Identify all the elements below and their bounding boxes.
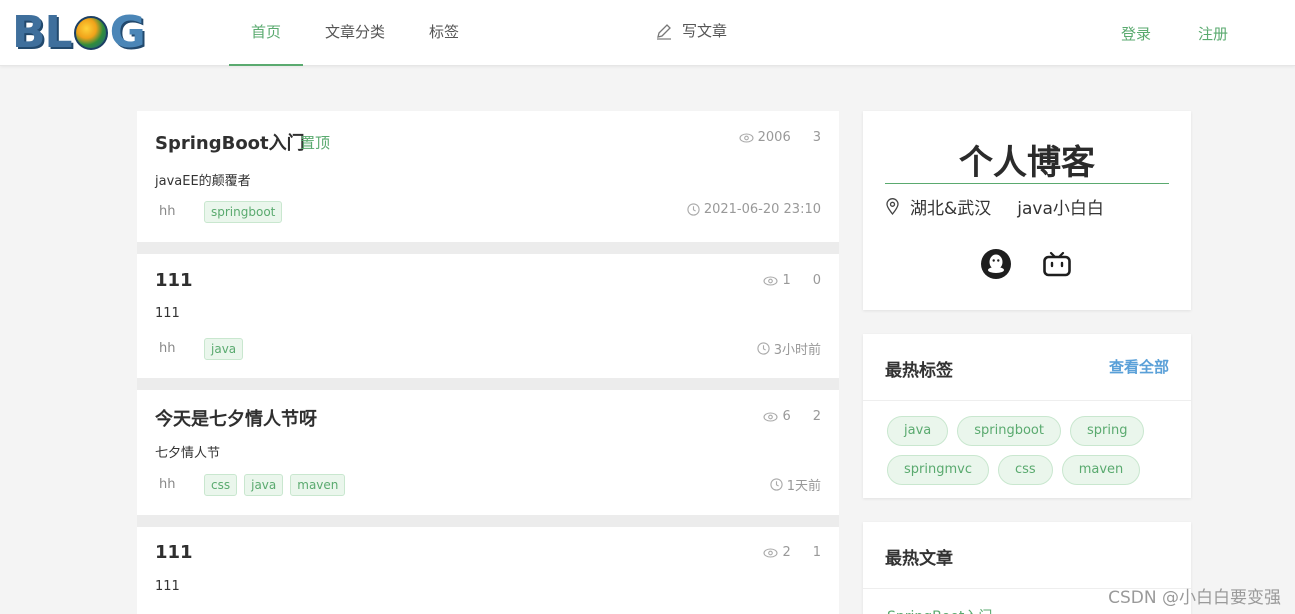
eye-icon: [763, 275, 778, 286]
article-author: hh: [159, 204, 176, 219]
article-card[interactable]: SpringBoot入门 置顶 2006 3 javaEE的颠覆者 hh spr…: [137, 111, 839, 254]
card-divider: [863, 400, 1191, 401]
csdn-watermark: CSDN @小白白要变强: [1108, 588, 1281, 608]
view-count: 1: [763, 273, 791, 288]
login-link[interactable]: 登录: [1121, 23, 1151, 44]
article-summary: 111: [155, 579, 180, 594]
article-title[interactable]: 111: [155, 270, 193, 291]
hot-tags-title: 最热标签: [885, 361, 953, 381]
view-count-value: 2006: [757, 130, 791, 145]
profile-info: 湖北&武汉 java小白白: [885, 194, 1104, 219]
article-time: 3小时前: [757, 339, 821, 358]
article-card[interactable]: 111 2 1 111: [137, 527, 839, 614]
hot-tag-chip[interactable]: spring: [1069, 416, 1145, 446]
eye-icon: [763, 547, 778, 558]
article-time: 1天前: [770, 475, 821, 494]
hot-tag-chip[interactable]: springboot: [957, 416, 1061, 446]
top-header: B L G 首页 文章分类 标签 写文章 登录 注册: [0, 0, 1295, 66]
view-count-value: 1: [782, 273, 791, 288]
profile-card: 个人博客 湖北&武汉 java小白白: [863, 111, 1191, 310]
register-link[interactable]: 注册: [1198, 23, 1228, 44]
article-card[interactable]: 111 1 0 111 hh java 3小时前: [137, 254, 839, 390]
location-pin-icon: [886, 198, 899, 215]
time-value: 1天前: [786, 479, 821, 494]
article-tags: java: [204, 338, 244, 360]
profile-location: 湖北&武汉: [910, 199, 992, 219]
nav-tags[interactable]: 标签: [407, 0, 481, 66]
article-time: 2021-06-20 23:10: [687, 202, 821, 217]
article-stats: 6 2: [763, 409, 821, 424]
hot-tag-chip[interactable]: java: [887, 416, 949, 446]
article-summary: 七夕情人节: [155, 446, 221, 461]
article-tags: springboot: [204, 201, 283, 223]
eye-icon: [763, 411, 778, 422]
time-value: 2021-06-20 23:10: [703, 202, 821, 217]
qq-icon[interactable]: [980, 248, 1012, 284]
hot-tag-chip[interactable]: css: [997, 455, 1053, 485]
view-count: 6: [763, 409, 791, 424]
comment-count: 1: [812, 545, 821, 560]
time-value: 3小时前: [773, 343, 821, 358]
article-stats: 1 0: [763, 273, 821, 288]
logo-letter-g: G: [109, 7, 146, 58]
clock-icon: [687, 203, 700, 216]
article-author: hh: [159, 341, 176, 356]
hot-tags-card: 最热标签 查看全部 java springboot spring springm…: [863, 334, 1191, 498]
article-tags: css java maven: [204, 474, 346, 496]
article-title[interactable]: SpringBoot入门: [155, 129, 305, 155]
article-card[interactable]: 今天是七夕情人节呀 6 2 七夕情人节 hh css java maven 1天…: [137, 390, 839, 527]
clock-icon: [770, 478, 783, 491]
view-count-value: 6: [782, 409, 791, 424]
tag-chip[interactable]: springboot: [204, 201, 283, 223]
view-count: 2: [763, 545, 791, 560]
article-title[interactable]: 今天是七夕情人节呀: [155, 405, 317, 431]
tag-chip[interactable]: java: [204, 338, 244, 360]
comment-count: 3: [812, 130, 821, 145]
bilibili-icon[interactable]: [1042, 248, 1072, 282]
main-nav: 首页 文章分类 标签: [229, 0, 481, 66]
article-stats: 2 1: [763, 545, 821, 560]
nav-home[interactable]: 首页: [229, 0, 304, 66]
view-count: 2006: [739, 130, 791, 145]
article-summary: javaEE的颠覆者: [155, 174, 251, 189]
blog-logo[interactable]: B L G: [12, 7, 146, 58]
hot-tag-chip[interactable]: springmvc: [887, 455, 989, 485]
article-title[interactable]: 111: [155, 542, 193, 563]
pencil-icon: [657, 23, 671, 40]
logo-ball-icon: [73, 16, 108, 50]
logo-letter-l: L: [44, 7, 73, 58]
view-all-link[interactable]: 查看全部: [1109, 356, 1169, 377]
hot-tags-list: java springboot spring springmvc css mav…: [887, 416, 1177, 485]
hot-tag-chip[interactable]: maven: [1061, 455, 1141, 485]
profile-role: java小白白: [1017, 199, 1104, 219]
nav-categories[interactable]: 文章分类: [303, 0, 407, 66]
tag-chip[interactable]: maven: [290, 474, 346, 496]
hot-article-link[interactable]: SpringBoot入门: [887, 606, 992, 614]
hot-articles-title: 最热文章: [885, 549, 953, 569]
article-summary: 111: [155, 306, 180, 321]
profile-title: 个人博客: [959, 143, 1095, 183]
article-stats: 2006 3: [739, 130, 821, 145]
clock-icon: [757, 342, 770, 355]
logo-letter-b: B: [12, 7, 46, 58]
write-article-button[interactable]: 写文章: [654, 20, 727, 41]
article-author: hh: [159, 477, 176, 492]
write-article-label: 写文章: [682, 22, 728, 40]
view-count-value: 2: [782, 545, 791, 560]
pinned-badge: 置顶: [300, 134, 331, 152]
profile-divider: [885, 183, 1169, 184]
comment-count: 2: [812, 409, 821, 424]
tag-chip[interactable]: css: [204, 474, 238, 496]
tag-chip[interactable]: java: [244, 474, 284, 496]
eye-icon: [739, 132, 754, 143]
comment-count: 0: [812, 273, 821, 288]
